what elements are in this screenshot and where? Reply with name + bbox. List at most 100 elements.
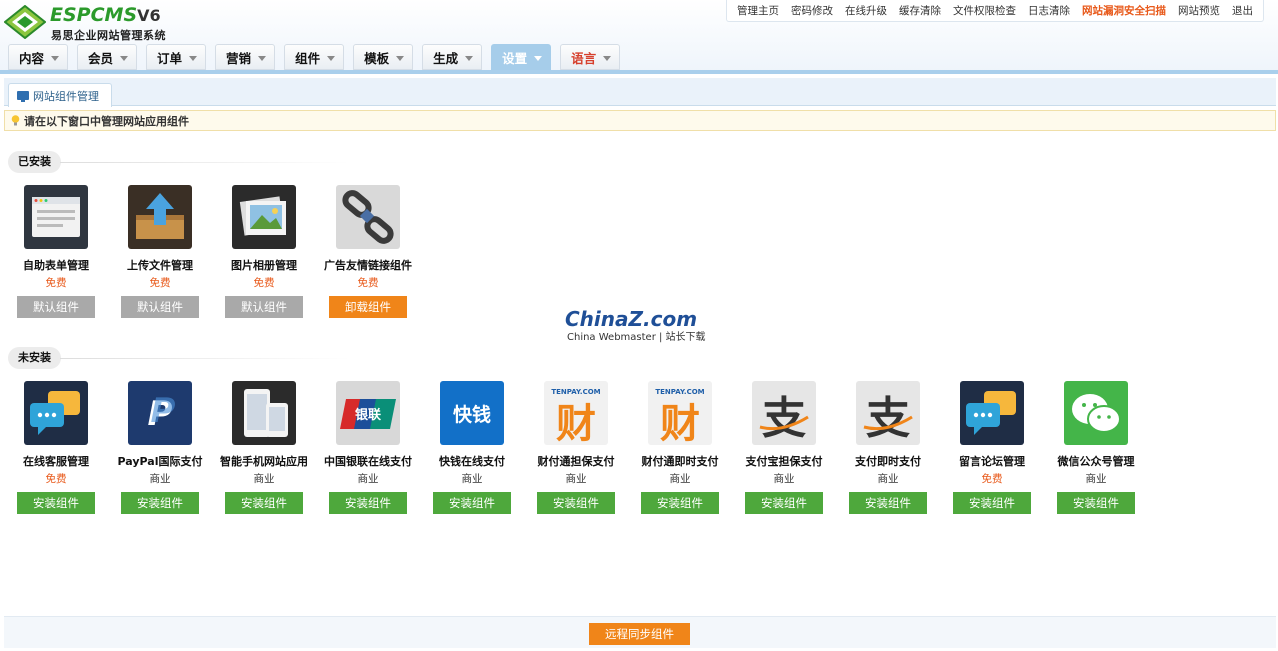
caret-down-icon: [603, 55, 612, 61]
component-action-button[interactable]: 卸载组件: [329, 296, 407, 318]
component-action-button[interactable]: 安装组件: [641, 492, 719, 514]
nav-item[interactable]: 内容: [8, 44, 69, 70]
svg-text:支: 支: [762, 393, 806, 444]
component-action-button[interactable]: 安装组件: [537, 492, 615, 514]
nav-item-label: 营销: [226, 50, 252, 66]
component-price: 免费: [45, 473, 67, 485]
component-price: 免费: [45, 277, 67, 289]
component-action-button[interactable]: 安装组件: [121, 492, 199, 514]
section-divider: [60, 358, 350, 359]
component-card: 在线客服管理 免费 安装组件: [4, 381, 108, 514]
component-card: 留言论坛管理 免费 安装组件: [940, 381, 1044, 514]
component-action-button[interactable]: 默认组件: [17, 296, 95, 318]
tab-label: 网站组件管理: [33, 89, 99, 103]
footer: 远程同步组件: [4, 616, 1276, 648]
component-name: 留言论坛管理: [959, 455, 1025, 468]
top-link[interactable]: 密码修改: [785, 3, 839, 18]
component-action-button[interactable]: 安装组件: [745, 492, 823, 514]
component-action-button[interactable]: 安装组件: [225, 492, 303, 514]
paypal-icon: PP: [128, 381, 192, 445]
alipay-icon: 支: [752, 381, 816, 445]
caret-down-icon: [534, 55, 543, 61]
section-installed-title: 已安装: [8, 151, 61, 173]
caret-down-icon: [189, 55, 198, 61]
tip-bar: 请在以下窗口中管理网站应用组件: [4, 110, 1276, 131]
main-nav: 内容 会员 订单 营销 组件 模板 生成 设置 语言: [8, 44, 629, 70]
component-price: 商业: [565, 473, 587, 485]
chain-link-icon: [336, 185, 400, 249]
remote-sync-button[interactable]: 远程同步组件: [589, 623, 690, 645]
nav-item[interactable]: 会员: [77, 44, 138, 70]
svg-text:财: 财: [660, 401, 700, 445]
component-action-button[interactable]: 安装组件: [953, 492, 1031, 514]
section-divider: [60, 162, 350, 163]
component-card: 微信公众号管理 商业 安装组件: [1044, 381, 1148, 514]
nav-item[interactable]: 订单: [146, 44, 207, 70]
nav-item[interactable]: 生成: [422, 44, 483, 70]
component-action-button[interactable]: 默认组件: [225, 296, 303, 318]
component-name: 自助表单管理: [23, 259, 89, 272]
svg-text:支: 支: [866, 393, 910, 444]
svg-text:P: P: [151, 391, 176, 431]
component-name: 中国银联在线支付: [324, 455, 412, 468]
logo-version: V6: [137, 6, 161, 25]
watermark-main: ChinaZ.com: [565, 307, 698, 331]
component-card: 广告友情链接组件 免费 卸载组件: [316, 185, 420, 318]
svg-text:财: 财: [556, 401, 596, 445]
top-link[interactable]: 缓存清除: [893, 3, 947, 18]
nav-item-label: 设置: [502, 50, 528, 66]
nav-item[interactable]: 组件: [284, 44, 345, 70]
top-link[interactable]: 在线升级: [839, 3, 893, 18]
tenpay-icon: TENPAY.COM 财: [544, 381, 608, 445]
component-price: 商业: [877, 473, 899, 485]
svg-text:银联: 银联: [355, 407, 381, 423]
top-link[interactable]: 网站漏洞安全扫描: [1076, 3, 1172, 18]
component-action-button[interactable]: 安装组件: [849, 492, 927, 514]
logo-subtitle: 易思企业网站管理系统: [51, 29, 166, 42]
section-not-installed: 未安装: [8, 347, 350, 369]
nav-divider: [0, 70, 1278, 74]
component-name: 支付宝担保支付: [745, 455, 823, 468]
top-link[interactable]: 文件权限检查: [947, 3, 1022, 18]
section-not-installed-title: 未安装: [8, 347, 61, 369]
component-name: 财付通担保支付: [537, 455, 615, 468]
nav-item[interactable]: 语言: [560, 44, 621, 70]
chat-bubbles-icon: [24, 381, 88, 445]
component-card: P P PayPal国际支付 商业 安装组件: [108, 381, 212, 514]
monitor-icon: [17, 91, 29, 102]
nav-item[interactable]: 设置: [491, 44, 552, 70]
99bill-icon: 快钱: [440, 381, 504, 445]
component-card: 支支付即时支付 商业 安装组件: [836, 381, 940, 514]
nav-item-label: 组件: [295, 50, 321, 66]
tab-bar: 网站组件管理: [4, 78, 1276, 107]
nav-item[interactable]: 营销: [215, 44, 276, 70]
form-icon: [24, 185, 88, 249]
logo[interactable]: ESPCMSV6 易思企业网站管理系统: [4, 3, 184, 42]
section-installed: 已安装: [8, 151, 350, 173]
component-name: 财付通即时支付: [641, 455, 719, 468]
lightbulb-icon: [11, 115, 20, 126]
top-link[interactable]: 退出: [1226, 3, 1259, 18]
tab-component-management[interactable]: 网站组件管理: [8, 83, 112, 107]
component-name: 快钱在线支付: [439, 455, 505, 468]
watermark: ChinaZ.com China Webmaster | 站长下载: [565, 306, 715, 348]
component-card: 上传文件管理 免费 默认组件: [108, 185, 212, 318]
caret-down-icon: [465, 55, 474, 61]
component-name: 智能手机网站应用: [220, 455, 308, 468]
component-price: 免费: [253, 277, 275, 289]
top-link[interactable]: 管理主页: [731, 3, 785, 18]
component-name: 微信公众号管理: [1057, 455, 1135, 468]
component-action-button[interactable]: 安装组件: [1057, 492, 1135, 514]
component-name: 图片相册管理: [231, 259, 297, 272]
component-action-button[interactable]: 安装组件: [17, 492, 95, 514]
component-price: 商业: [357, 473, 379, 485]
nav-item[interactable]: 模板: [353, 44, 414, 70]
caret-down-icon: [396, 55, 405, 61]
top-link[interactable]: 日志清除: [1022, 3, 1076, 18]
caret-down-icon: [51, 55, 60, 61]
component-action-button[interactable]: 安装组件: [329, 492, 407, 514]
top-link[interactable]: 网站预览: [1172, 3, 1226, 18]
component-action-button[interactable]: 默认组件: [121, 296, 199, 318]
component-action-button[interactable]: 安装组件: [433, 492, 511, 514]
photo-album-icon: [232, 185, 296, 249]
